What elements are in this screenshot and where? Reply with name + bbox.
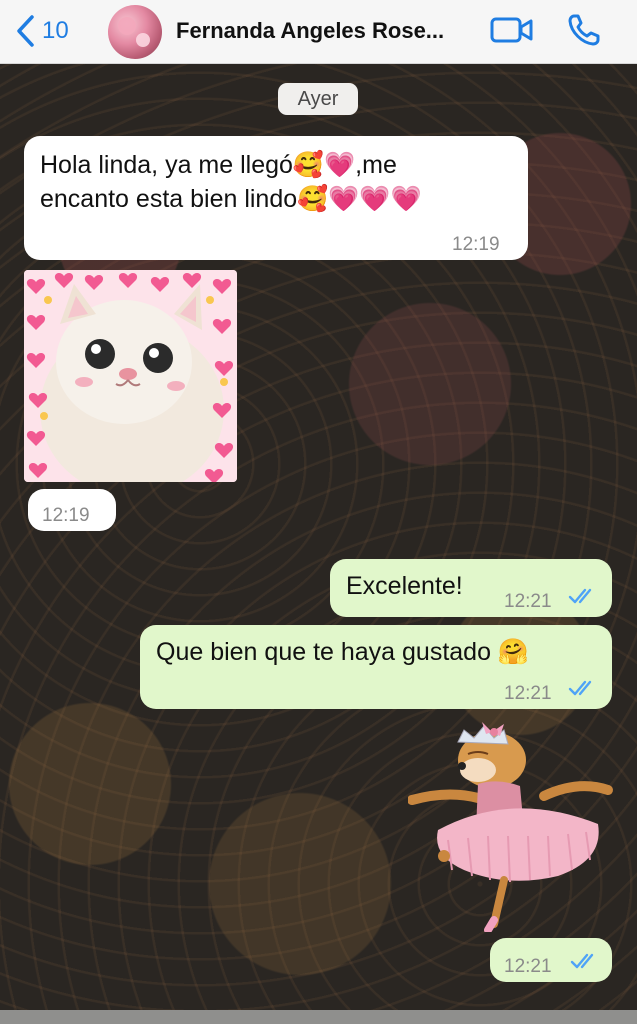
message-text-line: encanto esta bien lindo🥰💗💗💗 [40,185,422,213]
outgoing-message[interactable]: Excelente! 12:21 [330,559,612,617]
message-time: 12:19 [42,505,90,526]
message-time: 12:21 [504,956,552,977]
dog-ballerina-sticker[interactable] [407,720,616,934]
avatar[interactable] [108,5,162,59]
message-time: 12:21 [504,591,552,612]
unread-count: 10 [42,17,69,44]
message-time: 12:19 [452,234,500,255]
cat-image [24,270,237,482]
double-check-icon [570,953,594,969]
sticker-time-pill: 12:21 [490,938,612,982]
chat-area[interactable]: Ayer Hola linda, ya me llegó🥰💗,me encant… [0,64,637,1010]
video-call-button[interactable] [490,16,534,49]
date-divider: Ayer [278,83,358,115]
chat-header: 10 Fernanda Angeles Rose... [0,0,637,64]
contact-name[interactable]: Fernanda Angeles Rose... [176,18,476,44]
double-check-icon [568,680,592,696]
message-time: 12:21 [504,683,552,704]
message-text: Que bien que te haya gustado 🤗 [156,638,530,666]
sticker-image [407,722,613,934]
message-text: Excelente! [346,572,463,600]
double-check-icon [568,588,592,604]
incoming-message-time: 12:19 [28,489,116,531]
incoming-message[interactable]: Hola linda, ya me llegó🥰💗,me encanto est… [24,136,528,260]
back-button[interactable]: 10 [14,14,69,48]
outgoing-message[interactable]: Que bien que te haya gustado 🤗 12:21 [140,625,612,709]
chevron-left-icon [17,15,34,47]
voice-call-button[interactable] [566,12,602,53]
video-camera-icon [490,17,533,43]
message-text-line: Hola linda, ya me llegó🥰💗,me [40,151,397,179]
phone-icon [568,14,600,46]
bottom-bar [0,1010,637,1024]
cat-photo[interactable] [24,270,237,482]
